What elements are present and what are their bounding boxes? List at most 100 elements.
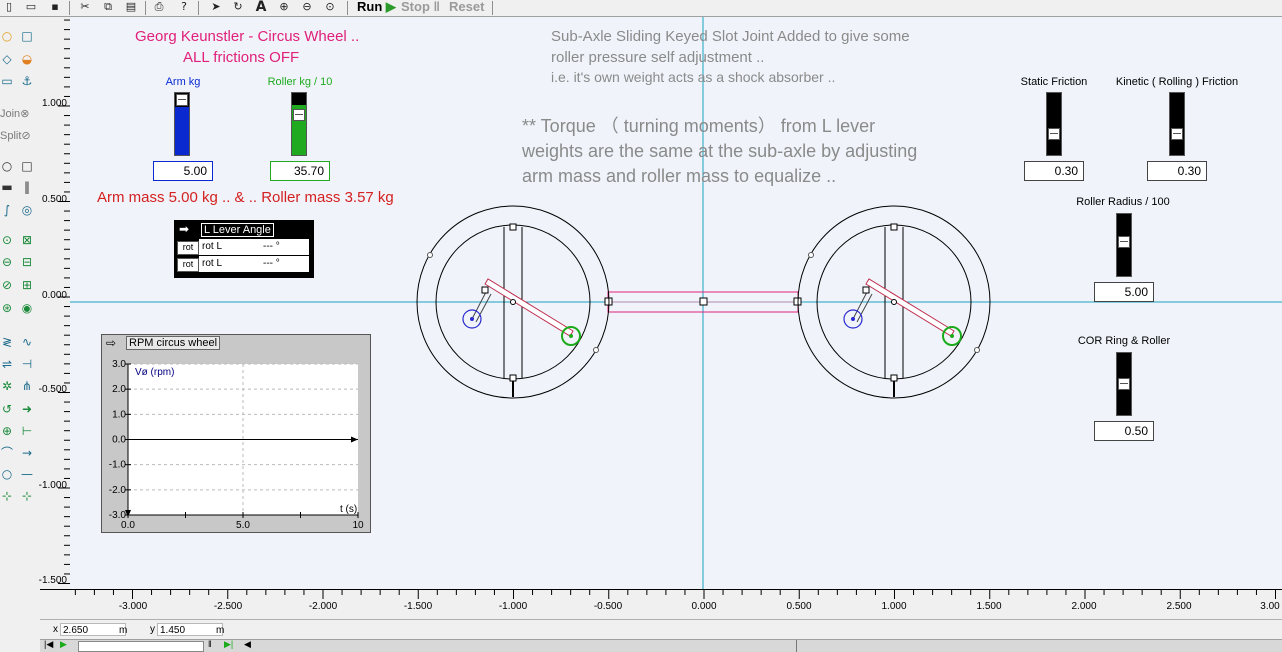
damper-tool-icon[interactable]: ⇌ xyxy=(0,357,14,371)
open-folder-icon[interactable]: ▭ xyxy=(24,0,38,14)
meter-a-icon[interactable]: ⊹ xyxy=(0,489,14,503)
roller-slider-label: Roller kg / 10 xyxy=(267,76,333,88)
curve-path-icon[interactable]: ⌒ xyxy=(0,446,14,460)
scroll-left-icon[interactable]: ◀ xyxy=(244,639,251,650)
kinetic-friction-handle[interactable] xyxy=(1171,128,1183,140)
rot-button[interactable]: rot xyxy=(177,241,199,255)
keyed-slot-icon[interactable]: ⊟ xyxy=(20,255,34,269)
gear-joint-icon[interactable]: ⊛ xyxy=(0,301,14,315)
note-line-1: Sub-Axle Sliding Keyed Slot Joint Added … xyxy=(551,28,910,45)
cor-field[interactable]: 0.50 xyxy=(1094,421,1154,441)
square-point-tool-icon[interactable]: □ xyxy=(20,159,34,173)
x-tick-label: 0.000 xyxy=(691,601,717,612)
rewind-icon[interactable]: |◀ xyxy=(44,639,53,650)
kinetic-friction-slider[interactable] xyxy=(1169,92,1185,156)
paste-icon[interactable]: ▤ xyxy=(124,0,138,14)
rod-tool-icon[interactable]: ▬ xyxy=(0,180,14,194)
static-friction-label: Static Friction xyxy=(1020,76,1088,88)
split-button[interactable]: Split⊘ xyxy=(0,129,31,142)
save-icon[interactable]: ▪ xyxy=(48,0,62,14)
new-file-icon[interactable]: ▯ xyxy=(2,0,16,14)
run-button[interactable]: Run ▶ xyxy=(357,0,396,14)
roller-radius-slider[interactable] xyxy=(1116,213,1132,277)
graph-xlabel: t (s) xyxy=(340,504,358,515)
roller-value-field[interactable]: 35.70 xyxy=(270,161,330,181)
magnify-tool-icon[interactable]: ⊕ xyxy=(0,424,14,438)
wave-tool-icon[interactable]: ∿ xyxy=(20,335,34,349)
pointer-icon[interactable]: ➤ xyxy=(209,0,223,14)
static-friction-handle[interactable] xyxy=(1048,128,1060,140)
motor-tool-icon[interactable]: ✲ xyxy=(0,379,14,393)
cor-slider[interactable] xyxy=(1116,352,1132,416)
circle-tool-icon[interactable]: ○ xyxy=(0,29,14,43)
arrow-tool-icon[interactable]: → xyxy=(20,446,34,460)
rectangle-tool-icon[interactable]: ▭ xyxy=(0,74,14,88)
cor-handle[interactable] xyxy=(1118,378,1130,390)
point-element-icon[interactable]: ○ xyxy=(0,467,14,481)
cut-icon[interactable]: ✂ xyxy=(78,0,92,14)
kinetic-friction-field[interactable]: 0.30 xyxy=(1147,161,1207,181)
fixed-joint-icon[interactable]: ⊠ xyxy=(20,233,34,247)
static-friction-slider[interactable] xyxy=(1046,92,1062,156)
play-back-icon[interactable]: ▶ xyxy=(60,639,67,650)
polygon-tool-icon[interactable]: ◇ xyxy=(0,52,14,66)
point-tool-icon[interactable]: ○ xyxy=(0,159,14,173)
target-joint-icon[interactable]: ◉ xyxy=(20,301,34,315)
rot-button[interactable]: rot xyxy=(177,258,199,272)
hinge-tool-icon[interactable]: ∫ xyxy=(0,203,14,217)
graph-x-tick-label: 5.0 xyxy=(236,520,250,531)
line-element-icon[interactable]: — xyxy=(20,467,34,481)
roller-slider[interactable] xyxy=(291,92,307,156)
roller-radius-field[interactable]: 5.00 xyxy=(1094,282,1154,302)
roller-slider-handle[interactable] xyxy=(293,109,305,121)
slot-joint-icon[interactable]: ⊖ xyxy=(0,255,14,269)
copy-icon[interactable]: ⧉ xyxy=(101,0,115,14)
keyed-curved-slot-icon[interactable]: ⊞ xyxy=(20,278,34,292)
force-tool-icon[interactable]: ➜ xyxy=(20,402,34,416)
graph-y-tick-label: 3.0 xyxy=(112,359,126,370)
vertical-ruler-ticks xyxy=(58,19,70,584)
actuator-tool-icon[interactable]: ⋔ xyxy=(20,379,34,393)
roller-radius-handle[interactable] xyxy=(1118,236,1130,248)
square-tool-icon[interactable]: □ xyxy=(20,29,34,43)
spring-tool-icon[interactable]: ≷ xyxy=(0,335,14,349)
print-icon[interactable]: ⎙ xyxy=(152,0,166,14)
rope-link-icon[interactable]: ⊣ xyxy=(20,357,34,371)
toolbar: ▯ ▭ ▪ ✂ ⧉ ▤ ⎙ ? ➤ ↻ A ⊕ ⊖ ⊙ Run ▶ Stop ‖… xyxy=(0,0,1282,17)
step-icon[interactable]: ‖ xyxy=(208,639,212,649)
fast-forward-icon[interactable]: ▶| xyxy=(224,639,233,650)
pin-joint-icon[interactable]: ⊙ xyxy=(0,233,14,247)
meter-b-icon[interactable]: ⊹ xyxy=(20,489,34,503)
meter-row: rot L --- ° xyxy=(199,239,309,255)
curve-tool-icon[interactable]: ◒ xyxy=(20,52,34,66)
reset-button[interactable]: Reset xyxy=(449,0,484,14)
static-friction-field[interactable]: 0.30 xyxy=(1024,161,1084,181)
y-coord-field: 1.450 m xyxy=(157,623,224,636)
joint-center xyxy=(699,297,708,306)
join-button[interactable]: Join⊗ xyxy=(0,107,29,120)
torque-tool-icon[interactable]: ↺ xyxy=(0,402,14,416)
rotate-icon[interactable]: ↻ xyxy=(231,0,245,14)
note-line-2: roller pressure self adjustment .. xyxy=(551,49,765,66)
arm-slider[interactable] xyxy=(174,92,190,156)
rpm-graph[interactable]: ⇨ RPM circus wheel 3.0 2.0 1.0 0.0 -1.0 -2.0-… xyxy=(101,334,371,533)
timeline-slider[interactable] xyxy=(78,641,204,652)
anchor-icon[interactable]: ⚓ xyxy=(20,74,34,88)
pulley-tool-icon[interactable]: ◎ xyxy=(20,203,34,217)
text-icon[interactable]: A xyxy=(254,0,268,14)
l-lever-angle-meter[interactable]: ➡ L Lever Angle rot L --- ° rot L --- ° … xyxy=(174,220,314,278)
zoom-fit-icon[interactable]: ⊙ xyxy=(323,0,337,14)
rope-tool-icon[interactable]: ‖ xyxy=(20,180,34,194)
meter-arrow-icon[interactable]: ➡ xyxy=(179,222,189,236)
arm-value-field[interactable]: 5.00 xyxy=(153,161,213,181)
curved-slot-icon[interactable]: ⊘ xyxy=(0,278,14,292)
torque-line-2: weights are the same at the sub-axle by … xyxy=(522,141,918,161)
help-icon[interactable]: ? xyxy=(177,0,191,14)
separator-tool-icon[interactable]: ⊢ xyxy=(20,424,34,438)
stop-button[interactable]: Stop ‖ xyxy=(401,0,440,14)
zoom-in-icon[interactable]: ⊕ xyxy=(277,0,291,14)
arm-slider-handle[interactable] xyxy=(176,94,188,106)
graph-y-tick-label: 0.0 xyxy=(112,435,126,446)
status-bar: x 2.650 m y 1.450 m xyxy=(40,619,1282,640)
zoom-out-icon[interactable]: ⊖ xyxy=(300,0,314,14)
